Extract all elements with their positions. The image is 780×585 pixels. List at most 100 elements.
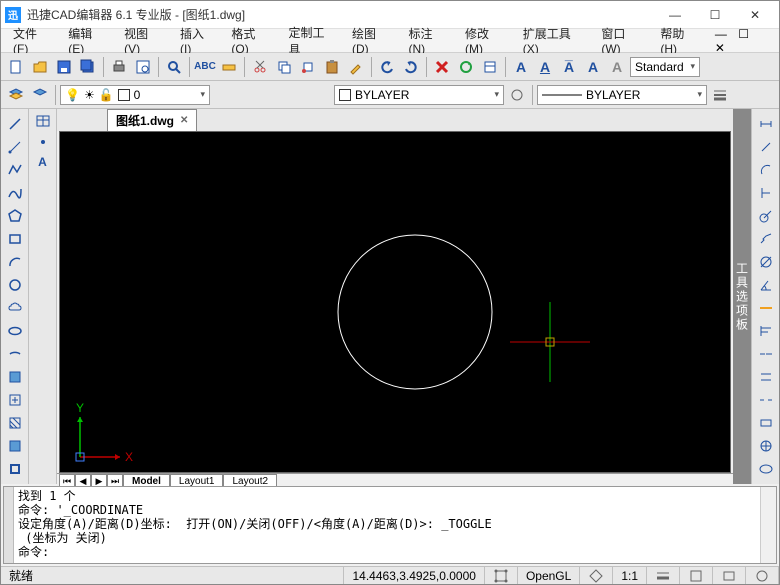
mtext-tool[interactable]: A xyxy=(38,155,47,169)
polyline-tool[interactable] xyxy=(4,159,26,180)
lineweight-value: BYLAYER xyxy=(586,88,640,102)
spellcheck-button[interactable]: ABC xyxy=(194,56,216,78)
point-tool[interactable] xyxy=(35,134,51,153)
mdi-maximize-button[interactable]: ☐ xyxy=(734,27,753,41)
copy-with-base-button[interactable] xyxy=(297,56,319,78)
status-scale[interactable]: 1:1 xyxy=(613,567,647,584)
arc-tool[interactable] xyxy=(4,251,26,272)
command-grip[interactable] xyxy=(4,487,14,563)
inspect-tool[interactable] xyxy=(755,459,777,480)
print-button[interactable] xyxy=(108,56,130,78)
text-style-a4[interactable]: A xyxy=(582,56,604,78)
dim-radius-tool[interactable] xyxy=(755,205,777,226)
dim-break-tool[interactable] xyxy=(755,390,777,411)
ellipse-tool[interactable] xyxy=(4,321,26,342)
text-style-combo[interactable]: Standard▾ xyxy=(630,57,700,77)
save-button[interactable] xyxy=(53,56,75,78)
right-toolbar xyxy=(751,109,779,484)
print-preview-button[interactable] xyxy=(132,56,154,78)
dim-angular-tool[interactable] xyxy=(755,274,777,295)
quick-dim-tool[interactable] xyxy=(755,298,777,319)
rectangle-tool[interactable] xyxy=(4,228,26,249)
dim-ordinate-tool[interactable] xyxy=(755,182,777,203)
document-tab-close[interactable]: ✕ xyxy=(180,115,188,126)
dim-arc-tool[interactable] xyxy=(755,159,777,180)
canvas-svg: X Y xyxy=(60,132,730,472)
linetype-settings-button[interactable] xyxy=(506,84,528,106)
sun-icon: ☀ xyxy=(84,88,95,102)
status-snap[interactable] xyxy=(485,567,518,584)
table-tool[interactable] xyxy=(35,113,51,132)
open-button[interactable] xyxy=(29,56,51,78)
status-tablet[interactable] xyxy=(713,567,746,584)
delete-button[interactable] xyxy=(431,56,453,78)
undo-button[interactable] xyxy=(376,56,398,78)
status-extra[interactable] xyxy=(746,567,779,584)
status-opengl[interactable]: OpenGL xyxy=(518,567,580,584)
command-scrollbar[interactable] xyxy=(760,487,776,563)
cut-button[interactable] xyxy=(249,56,271,78)
polygon-tool[interactable] xyxy=(4,205,26,226)
measure-button[interactable] xyxy=(218,56,240,78)
new-button[interactable] xyxy=(5,56,27,78)
ellipse-arc-tool[interactable] xyxy=(4,344,26,365)
mdi-minimize-button[interactable]: — xyxy=(711,27,731,41)
layer-name: 0 xyxy=(134,88,141,102)
tool-palette-tab[interactable]: 工具选项板 xyxy=(733,109,751,484)
status-coordinates[interactable]: 14.4463,3.4925,0.0000 xyxy=(344,567,484,584)
lineweight-combo[interactable]: BYLAYER ▾ xyxy=(537,85,707,105)
spline-tool[interactable] xyxy=(4,182,26,203)
gradient-tool[interactable] xyxy=(4,436,26,457)
tolerance-tool[interactable] xyxy=(755,413,777,434)
linetype-combo[interactable]: BYLAYER ▾ xyxy=(334,85,504,105)
lock-icon: 🔓 xyxy=(99,88,114,102)
match-properties-button[interactable] xyxy=(345,56,367,78)
command-text[interactable]: 找到 1 个 命令: '_COORDINATE 设定角度(A)/距离(D)坐标:… xyxy=(14,487,760,563)
lineweight-settings-button[interactable] xyxy=(709,84,731,106)
dim-baseline-tool[interactable] xyxy=(755,321,777,342)
line-tool[interactable] xyxy=(4,113,26,134)
text-style-a5[interactable]: A xyxy=(606,56,628,78)
statusbar: 就绪 14.4463,3.4925,0.0000 OpenGL 1:1 xyxy=(1,566,779,584)
text-style-a1[interactable]: A xyxy=(510,56,532,78)
center-mark-tool[interactable] xyxy=(755,436,777,457)
dim-space-tool[interactable] xyxy=(755,367,777,388)
dim-jogged-tool[interactable] xyxy=(755,228,777,249)
status-ortho[interactable] xyxy=(580,567,613,584)
save-all-button[interactable] xyxy=(77,56,99,78)
make-block-tool[interactable] xyxy=(4,390,26,411)
properties-button[interactable] xyxy=(479,56,501,78)
document-tab-label: 图纸1.dwg xyxy=(116,112,174,129)
refresh-button[interactable] xyxy=(455,56,477,78)
layer-combo[interactable]: 💡 ☀ 🔓 0 ▾ xyxy=(60,85,210,105)
text-style-value: Standard xyxy=(635,60,684,74)
dim-continue-tool[interactable] xyxy=(755,344,777,365)
dim-aligned-tool[interactable] xyxy=(755,136,777,157)
redo-button[interactable] xyxy=(400,56,422,78)
layer-states-button[interactable] xyxy=(29,84,51,106)
window-title: 迅捷CAD编辑器 6.1 专业版 - [图纸1.dwg] xyxy=(27,6,655,23)
copy-button[interactable] xyxy=(273,56,295,78)
text-style-a3[interactable]: A̅ xyxy=(558,56,580,78)
document-tab[interactable]: 图纸1.dwg ✕ xyxy=(107,109,197,131)
text-style-a2[interactable]: A xyxy=(534,56,556,78)
paste-button[interactable] xyxy=(321,56,343,78)
command-window[interactable]: 找到 1 个 命令: '_COORDINATE 设定角度(A)/距离(D)坐标:… xyxy=(3,486,777,564)
circle-tool[interactable] xyxy=(4,274,26,295)
region-tool[interactable] xyxy=(4,459,26,480)
drawing-canvas[interactable]: X Y xyxy=(59,131,731,473)
status-ready: 就绪 xyxy=(1,567,344,584)
standard-toolbar: ABC A A A̅ A A Standard▾ xyxy=(1,53,779,81)
ray-tool[interactable] xyxy=(4,136,26,157)
status-lineweight-toggle[interactable] xyxy=(647,567,680,584)
modify-toolbar: A xyxy=(29,109,57,484)
dim-linear-tool[interactable] xyxy=(755,113,777,134)
dim-diameter-tool[interactable] xyxy=(755,251,777,272)
insert-block-tool[interactable] xyxy=(4,367,26,388)
layer-manager-button[interactable] xyxy=(5,84,27,106)
status-model-toggle[interactable] xyxy=(680,567,713,584)
find-button[interactable] xyxy=(163,56,185,78)
close-button[interactable]: ✕ xyxy=(735,3,775,27)
hatch-tool[interactable] xyxy=(4,413,26,434)
revcloud-tool[interactable] xyxy=(4,298,26,319)
